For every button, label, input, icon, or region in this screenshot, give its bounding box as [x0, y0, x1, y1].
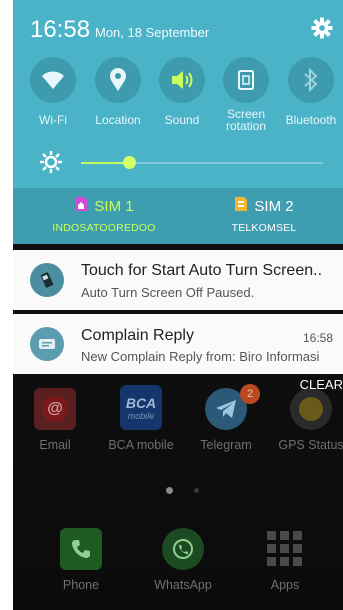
- clear-button[interactable]: CLEAR: [300, 377, 343, 392]
- app-email[interactable]: @ Email: [15, 388, 95, 452]
- notification-subtitle: Auto Turn Screen Off Paused.: [81, 285, 255, 300]
- toggle-screen-rotation[interactable]: Screen rotation: [213, 57, 279, 132]
- panel-header: 16:58 Mon, 18 September: [13, 0, 343, 58]
- sim-1[interactable]: SIM 1 INDOSATOOREDOO: [29, 196, 179, 234]
- settings-gear-icon[interactable]: [311, 17, 333, 39]
- bluetooth-icon: [288, 57, 334, 103]
- toggle-bluetooth[interactable]: Bluetooth: [278, 57, 343, 126]
- sim-card-icon: [234, 196, 248, 216]
- sim-carrier: INDOSATOOREDOO: [52, 222, 156, 234]
- dock-phone[interactable]: Phone: [41, 528, 121, 592]
- sim-2[interactable]: SIM 2 TELKOMSEL: [189, 196, 339, 234]
- toggle-sound[interactable]: Sound: [149, 57, 215, 126]
- sim-card-icon: [74, 196, 88, 216]
- dock-whatsapp[interactable]: WhatsApp: [143, 528, 223, 592]
- quick-settings-panel: 16:58 Mon, 18 September Wi-Fi Location S…: [13, 0, 343, 244]
- sim-name: SIM 1: [94, 197, 134, 215]
- notification-badge: 2: [240, 384, 260, 404]
- notification-complain-reply[interactable]: Complain Reply 16:58 New Complain Reply …: [13, 314, 343, 374]
- bca-icon-text: BCA: [125, 394, 157, 411]
- toggle-label: Screen rotation: [225, 107, 267, 133]
- email-icon: @: [34, 388, 76, 430]
- toggle-label: Bluetooth: [285, 113, 337, 127]
- date: Mon, 18 September: [95, 25, 210, 40]
- notification-auto-turn-screen[interactable]: Touch for Start Auto Turn Screen.. Auto …: [13, 250, 343, 310]
- toggle-label: Location: [95, 113, 141, 127]
- app-label: BCA mobile: [108, 438, 174, 452]
- clock: 16:58: [30, 16, 91, 43]
- bca-icon-subtext: mobile: [127, 410, 155, 421]
- app-label: GPS Status: [278, 438, 343, 452]
- location-pin-icon: [95, 57, 141, 103]
- brightness-fill: [81, 162, 129, 164]
- toggle-location[interactable]: Location: [85, 57, 151, 126]
- app-label: Apps: [270, 578, 300, 592]
- app-telegram[interactable]: 2 Telegram: [186, 384, 266, 452]
- sim-carrier: TELKOMSEL: [231, 222, 297, 234]
- notification-subtitle: New Complain Reply from: Biro Informasi: [81, 349, 320, 364]
- brightness-icon: [39, 150, 63, 174]
- wifi-icon: [30, 57, 76, 103]
- brightness-knob[interactable]: [123, 156, 136, 169]
- phone-icon: [60, 528, 102, 570]
- speaker-icon: [159, 57, 205, 103]
- notification-title: Complain Reply: [81, 327, 194, 344]
- dock-apps[interactable]: Apps: [245, 528, 325, 592]
- app-label: WhatsApp: [154, 578, 212, 592]
- page-indicator: [194, 488, 199, 493]
- apps-grid-icon: [264, 528, 306, 570]
- gps-status-icon: [290, 388, 332, 430]
- toggle-label: Sound: [164, 113, 200, 127]
- phone-screen: @ Email BCA mobile BCA mobile 2 Telegram…: [13, 0, 343, 610]
- notification-time: 16:58: [302, 331, 333, 345]
- app-label: Email: [39, 438, 71, 452]
- screen-rotation-icon: [223, 57, 269, 103]
- whatsapp-icon: [162, 528, 204, 570]
- toggle-wifi[interactable]: Wi-Fi: [20, 57, 86, 126]
- page-indicator-home: [166, 487, 173, 494]
- sim-selector: SIM 1 INDOSATOOREDOO SIM 2 TELKOMSEL: [13, 188, 343, 244]
- app-label: Telegram: [200, 438, 252, 452]
- complain-reply-icon: [30, 327, 64, 361]
- app-label: Phone: [62, 578, 100, 592]
- app-bca-mobile[interactable]: BCA mobile BCA mobile: [101, 385, 181, 452]
- app-gps-status[interactable]: GPS Status: [271, 388, 343, 452]
- brightness-slider[interactable]: [81, 156, 323, 169]
- notification-title: Touch for Start Auto Turn Screen..: [81, 262, 323, 279]
- auto-turn-screen-icon: [30, 263, 64, 297]
- sim-name: SIM 2: [254, 197, 294, 215]
- bca-mobile-icon: BCA mobile: [120, 385, 162, 430]
- toggle-label: Wi-Fi: [39, 113, 67, 127]
